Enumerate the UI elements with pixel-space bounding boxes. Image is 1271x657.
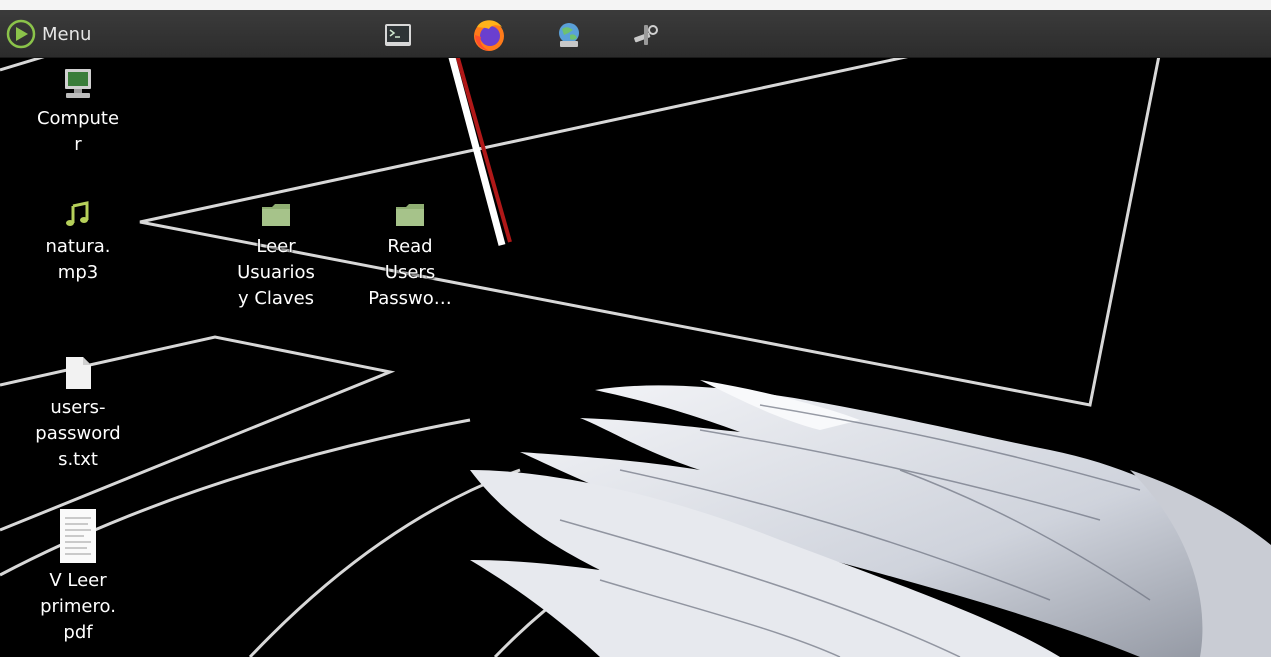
folder-icon bbox=[262, 204, 290, 226]
leer-primero-label: V Leer primero. pdf bbox=[40, 570, 116, 643]
tools-icon bbox=[634, 25, 658, 45]
top-strip bbox=[0, 0, 1271, 10]
music-note-icon bbox=[66, 201, 89, 226]
menu-label: Menu bbox=[42, 23, 92, 45]
wing-illustration bbox=[470, 380, 1271, 657]
desktop-icon-computer[interactable]: Compute r bbox=[18, 66, 138, 158]
folder-icon bbox=[396, 204, 424, 226]
leer-usuarios-label: Leer Usuarios y Claves bbox=[237, 236, 315, 309]
firefox-icon bbox=[474, 20, 504, 51]
desktop-icon-natura-mp3[interactable]: natura. mp3 bbox=[18, 200, 138, 286]
menu-button[interactable]: Menu bbox=[6, 18, 91, 50]
network-launcher[interactable] bbox=[555, 21, 583, 49]
computer-icon bbox=[65, 69, 91, 98]
mint-logo-icon bbox=[6, 19, 36, 49]
wallpaper bbox=[0, 57, 1271, 657]
users-passwords-label: users- password s.txt bbox=[35, 397, 121, 470]
desktop-icon-leer-primero-pdf[interactable]: V Leer primero. pdf bbox=[18, 508, 138, 646]
read-users-label: Read Users Passwo… bbox=[368, 236, 452, 309]
desktop-icon-leer-usuarios-folder[interactable]: Leer Usuarios y Claves bbox=[216, 200, 336, 312]
top-panel: Menu bbox=[0, 10, 1271, 58]
natura-label: natura. mp3 bbox=[45, 236, 111, 283]
computer-label: Compute r bbox=[36, 108, 120, 155]
text-file-icon bbox=[66, 357, 91, 389]
desktop-icon-read-users-folder[interactable]: Read Users Passwo… bbox=[350, 200, 470, 312]
terminal-icon bbox=[385, 24, 411, 46]
pdf-file-icon bbox=[60, 509, 96, 563]
tools-launcher[interactable] bbox=[632, 21, 660, 49]
terminal-launcher[interactable] bbox=[384, 21, 412, 49]
firefox-launcher[interactable] bbox=[469, 15, 509, 55]
desktop-icon-users-passwords-txt[interactable]: users- password s.txt bbox=[18, 355, 138, 473]
network-icon bbox=[559, 23, 579, 47]
